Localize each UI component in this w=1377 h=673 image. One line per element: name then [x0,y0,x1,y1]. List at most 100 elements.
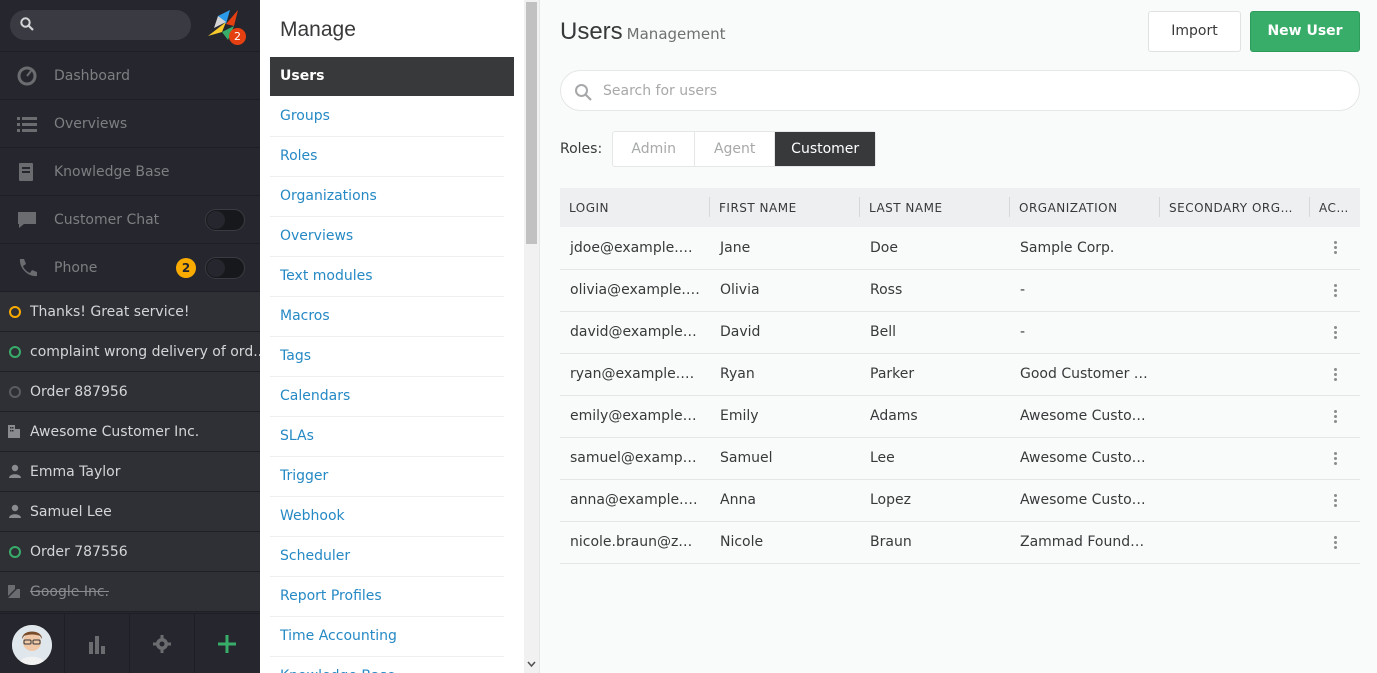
user-icon [9,504,21,518]
manage-item-report-profiles[interactable]: Report Profiles [270,577,504,617]
more-actions-icon[interactable] [1333,493,1337,507]
manage-item-text-modules[interactable]: Text modules [270,257,504,297]
cell-actions [1310,437,1360,480]
cell-login[interactable]: emily@example.c... [560,395,710,438]
role-agent-button[interactable]: Agent [695,132,776,166]
table-row[interactable]: samuel@example.... Samuel Lee Awesome Custo… [560,437,1360,480]
cell-actions [1310,521,1360,564]
cell-login[interactable]: samuel@example.... [560,437,710,480]
manage-sidebar: Manage Users Groups Roles Organizations … [260,0,540,673]
task-label: Order 787556 [30,543,128,560]
cell-first-name: Anna [710,479,860,522]
nav-item-label: Dashboard [54,67,130,84]
avatar[interactable] [12,625,52,665]
more-actions-icon[interactable] [1333,451,1337,465]
more-actions-icon[interactable] [1333,241,1337,255]
nav-item-dashboard[interactable]: Dashboard [0,52,260,100]
nav-item-phone[interactable]: Phone 2 [0,244,260,292]
more-actions-icon[interactable] [1333,409,1337,423]
table-row[interactable]: nicole.braun@zam... Nicole Braun Zammad Fou… [560,521,1360,564]
task-item[interactable]: Samuel Lee [0,492,260,532]
column-header-last-name[interactable]: LAST NAME [860,188,1010,227]
more-actions-icon[interactable] [1333,283,1337,297]
column-header-secondary-organizations[interactable]: SECONDARY ORGANI... [1160,188,1310,227]
global-search-input[interactable] [10,10,191,40]
cell-login[interactable]: nicole.braun@zam... [560,521,710,564]
column-header-login[interactable]: LOGIN [560,188,710,227]
table-row[interactable]: jdoe@example.com Jane Doe Sample Corp. [560,227,1360,270]
task-item[interactable]: complaint wrong delivery of ord... [0,332,260,372]
column-header-label: SECONDARY ORGANI... [1169,200,1310,215]
toggle-knob [207,259,225,277]
nav-item-overviews[interactable]: Overviews [0,100,260,148]
manage-item-roles[interactable]: Roles [270,137,504,177]
column-header-label: ORGANIZATION [1019,200,1118,215]
manage-item-scheduler[interactable]: Scheduler [270,537,504,577]
import-button[interactable]: Import [1148,11,1241,52]
more-actions-icon[interactable] [1333,535,1337,549]
user-menu[interactable] [0,614,65,673]
manage-item-groups[interactable]: Groups [270,97,504,137]
task-item[interactable]: Emma Taylor [0,452,260,492]
cell-first-name: Olivia [710,269,860,312]
cell-last-name: Adams [860,395,1010,438]
chevron-down-icon[interactable] [527,659,536,668]
cell-secondary-organizations [1160,353,1310,396]
settings-button[interactable] [130,614,195,673]
cell-login[interactable]: david@example.c... [560,311,710,354]
column-header-actions[interactable]: ACT... [1310,188,1360,227]
user-search-input[interactable] [603,80,1303,102]
cell-login[interactable]: jdoe@example.com [560,227,710,270]
task-item[interactable]: Google Inc. [0,572,260,612]
task-item[interactable]: Order 887956 [0,372,260,412]
manage-item-organizations[interactable]: Organizations [270,177,504,217]
manage-item-slas[interactable]: SLAs [270,417,504,457]
chat-toggle[interactable] [205,209,245,231]
organization-icon [8,425,20,438]
notification-badge[interactable]: 2 [229,28,246,45]
manage-item-calendars[interactable]: Calendars [270,377,504,417]
cell-login[interactable]: olivia@example.c... [560,269,710,312]
manage-item-webhook[interactable]: Webhook [270,497,504,537]
task-label: complaint wrong delivery of ord... [30,343,260,360]
reports-button[interactable] [65,614,130,673]
more-actions-icon[interactable] [1333,325,1337,339]
cell-secondary-organizations [1160,479,1310,522]
phone-toggle[interactable] [205,257,245,279]
manage-item-users[interactable]: Users [270,57,514,96]
cell-login[interactable]: ryan@example.com [560,353,710,396]
table-row[interactable]: david@example.c... David Bell - [560,311,1360,354]
role-admin-button[interactable]: Admin [613,132,696,166]
phone-count-badge: 2 [176,258,196,278]
page-title: Users Management [560,18,725,46]
organization-inactive-icon [7,584,21,598]
table-row[interactable]: olivia@example.c... Olivia Ross - [560,269,1360,312]
cell-secondary-organizations [1160,311,1310,354]
task-item[interactable]: Thanks! Great service! [0,292,260,332]
scrollbar-thumb[interactable] [526,2,537,244]
cell-login[interactable]: anna@example.com [560,479,710,522]
manage-item-trigger[interactable]: Trigger [270,457,504,497]
table-row[interactable]: ryan@example.com Ryan Parker Good Customer … [560,353,1360,396]
cell-actions [1310,227,1360,270]
manage-item-overviews[interactable]: Overviews [270,217,504,257]
more-actions-icon[interactable] [1333,367,1337,381]
table-row[interactable]: anna@example.com Anna Lopez Awesome Custome… [560,479,1360,522]
manage-scrollbar[interactable] [524,0,539,673]
manage-item-tags[interactable]: Tags [270,337,504,377]
column-header-first-name[interactable]: FIRST NAME [710,188,860,227]
task-item[interactable]: Awesome Customer Inc. [0,412,260,452]
nav-item-knowledge-base[interactable]: Knowledge Base [0,148,260,196]
manage-item-time-accounting[interactable]: Time Accounting [270,617,504,657]
manage-item-macros[interactable]: Macros [270,297,504,337]
cell-first-name: David [710,311,860,354]
table-row[interactable]: emily@example.c... Emily Adams Awesome Cust… [560,395,1360,438]
manage-item-knowledge-base[interactable]: Knowledge Base [270,657,504,673]
task-item[interactable]: Order 787556 [0,532,260,572]
new-user-button[interactable]: New User [1250,11,1360,52]
role-customer-button[interactable]: Customer [775,132,876,166]
task-label: Order 887956 [30,383,128,400]
new-item-button[interactable] [195,614,260,673]
nav-item-customer-chat[interactable]: Customer Chat [0,196,260,244]
column-header-organization[interactable]: ORGANIZATION [1010,188,1160,227]
